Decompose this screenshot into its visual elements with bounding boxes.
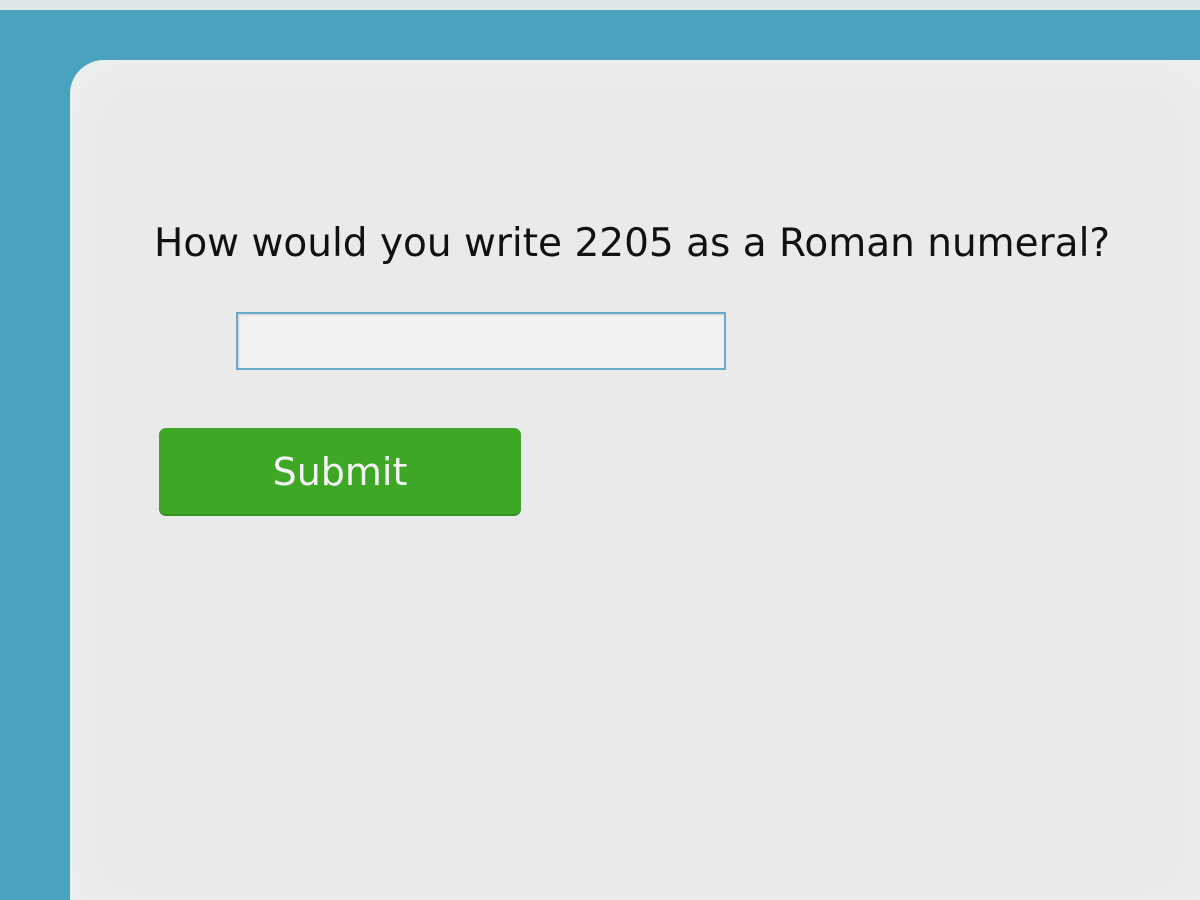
question-text: How would you write 2205 as a Roman nume… [154, 221, 1111, 266]
top-bar [0, 0, 1200, 10]
submit-button[interactable]: Submit [159, 428, 521, 516]
answer-input[interactable] [236, 312, 726, 370]
